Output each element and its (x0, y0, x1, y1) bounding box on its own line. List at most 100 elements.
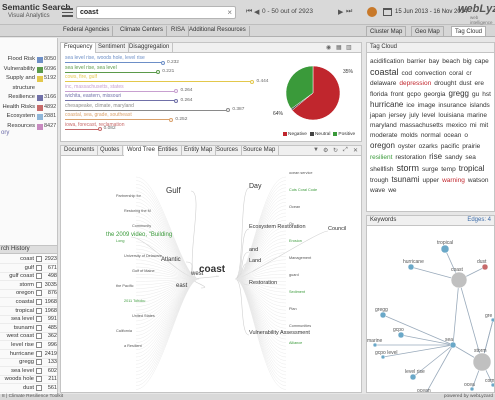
tab-sentiment[interactable]: Sentiment (95, 43, 130, 53)
expand-icon[interactable]: ⤢ (343, 147, 348, 154)
search-history-checkbox[interactable] (36, 256, 42, 262)
tag-word[interactable]: rise (429, 152, 442, 162)
tree-fragment[interactable]: Alliance (289, 341, 302, 345)
search-history-checkbox[interactable] (36, 281, 42, 288)
tag-word[interactable]: molds (400, 131, 417, 141)
tag-word[interactable]: restoration (395, 153, 426, 163)
search-history-checkbox[interactable] (36, 342, 42, 348)
tag-word[interactable]: surge (422, 165, 438, 175)
search-history-checkbox[interactable] (36, 273, 42, 280)
category-item[interactable]: Resilience 3166 (0, 94, 57, 102)
settings-icon[interactable]: ⚙ (323, 147, 328, 154)
clock-icon[interactable] (367, 7, 377, 17)
graph-node[interactable] (472, 352, 492, 372)
tree-fragment[interactable]: Erosion (289, 239, 302, 243)
tab-federal-agencies[interactable]: Federal Agencies (60, 26, 114, 36)
tag-word[interactable]: gu (472, 90, 479, 100)
tag-word[interactable]: cod (402, 69, 412, 79)
tree-right-word[interactable]: Land (249, 258, 261, 264)
tag-word[interactable]: beach (442, 57, 460, 67)
tag-word[interactable]: marine (467, 111, 487, 121)
tag-word[interactable]: islands (470, 101, 490, 111)
tag-word[interactable]: tropical (459, 164, 485, 174)
tree-left-word[interactable]: the 2009 video, "Building (106, 232, 172, 238)
tag-word[interactable]: temp (441, 165, 455, 175)
tab-cluster-map[interactable]: Cluster Map (366, 26, 407, 37)
tree-fragment[interactable]: ocean service (289, 171, 312, 175)
tab-additional-resources[interactable]: Additional Resources (186, 26, 250, 36)
tree-left-word[interactable]: Atlantic (161, 257, 181, 263)
search-history-checkbox[interactable] (36, 299, 42, 305)
tag-word[interactable]: prairie (462, 142, 480, 152)
tree-right-word[interactable]: Council (328, 226, 346, 232)
search-history-checkbox[interactable] (36, 307, 42, 314)
tree-right-word[interactable]: Restoration (249, 280, 277, 286)
tree-left-word[interactable]: east (176, 283, 187, 289)
tag-word[interactable]: acidification (370, 57, 404, 67)
search-history-checkbox[interactable] (36, 385, 42, 391)
tag-word[interactable]: georgia (424, 90, 446, 100)
search-history-checkbox[interactable] (36, 350, 42, 357)
tag-word[interactable]: warning (442, 176, 465, 186)
keyword-graph[interactable]: tropical hurricane coast dust gregg gcpo level… (367, 227, 495, 393)
search-history-checkbox[interactable] (36, 367, 42, 374)
search-history-checkbox[interactable] (36, 316, 42, 323)
tag-word[interactable]: mit (480, 121, 489, 131)
tag-word[interactable]: bay (429, 57, 439, 67)
category-item[interactable]: Supply and 5192 (0, 75, 57, 83)
tag-word[interactable]: gcpo (407, 90, 421, 100)
tree-fragment[interactable]: a Resilient (124, 344, 142, 348)
tab-tag-cloud[interactable]: Tag Cloud (451, 26, 487, 37)
tree-fragment[interactable]: University of Delaware (124, 254, 162, 258)
tag-word[interactable]: louisiana (438, 111, 464, 121)
tag-word[interactable]: trough (370, 176, 388, 186)
tag-word[interactable]: big (463, 57, 472, 67)
tag-word[interactable]: tsunami (391, 175, 419, 185)
tree-fragment[interactable]: Communities (289, 324, 311, 328)
search-history-checkbox[interactable] (36, 333, 42, 340)
tree-fragment[interactable]: Management (289, 256, 311, 260)
tag-word[interactable]: normal (421, 131, 441, 141)
tag-word[interactable]: hurricane (370, 100, 403, 110)
tab-entity-map[interactable]: Entity Map (181, 146, 217, 156)
tag-word[interactable]: coastal (370, 67, 399, 77)
search-history-checkbox[interactable] (36, 376, 42, 383)
tag-word[interactable]: upper (422, 176, 439, 186)
view-icon[interactable]: ◉ (326, 44, 331, 51)
tag-word[interactable]: mexico (446, 121, 467, 131)
tab-entities[interactable]: Entities (155, 146, 182, 156)
tree-fragment[interactable]: Restoring the M (124, 209, 151, 213)
tag-word[interactable]: barrier (407, 57, 426, 67)
tag-word[interactable]: jersey (389, 111, 406, 121)
history-link[interactable]: ory (1, 130, 9, 136)
tag-word[interactable]: coral (449, 69, 463, 79)
search-history-checkbox[interactable] (36, 290, 42, 297)
tag-word[interactable]: storm (396, 163, 419, 173)
tag-word[interactable]: moderate (370, 131, 397, 141)
search-history-checkbox[interactable] (36, 359, 42, 366)
tab-source-map[interactable]: Source Map (240, 146, 280, 156)
tag-word[interactable]: oregon (370, 141, 395, 151)
edges-count[interactable]: Edges: 4 (467, 217, 491, 223)
tag-word[interactable]: delaware (370, 79, 396, 89)
tag-word[interactable]: oyster (398, 142, 416, 152)
tab-geo-map[interactable]: Geo Map (411, 26, 444, 37)
tree-left-word[interactable]: west (191, 271, 203, 277)
category-item[interactable]: Vulnerability 6096 (0, 66, 57, 74)
tag-word[interactable]: sea (465, 153, 475, 163)
tag-word[interactable]: mi (470, 121, 477, 131)
category-item[interactable]: Ecosystem 2881 (0, 113, 57, 121)
tag-word[interactable]: front (391, 90, 404, 100)
search-history-item[interactable]: dust 561 (0, 384, 57, 393)
category-item[interactable]: Flood Risk 8050 (0, 56, 57, 64)
tag-word[interactable]: july (409, 111, 419, 121)
tag-word[interactable]: ozarks (419, 142, 438, 152)
clear-icon[interactable]: × (227, 8, 232, 17)
tag-word[interactable]: ere (475, 79, 484, 89)
tag-word[interactable]: level (422, 111, 435, 121)
category-item[interactable]: Health Risks 4892 (0, 104, 57, 112)
search-input[interactable]: coast × (76, 6, 236, 19)
first-page-icon[interactable]: ⏮ (246, 8, 252, 16)
tag-word[interactable]: maryland (370, 121, 397, 131)
tree-fragment[interactable]: Community (132, 224, 151, 228)
